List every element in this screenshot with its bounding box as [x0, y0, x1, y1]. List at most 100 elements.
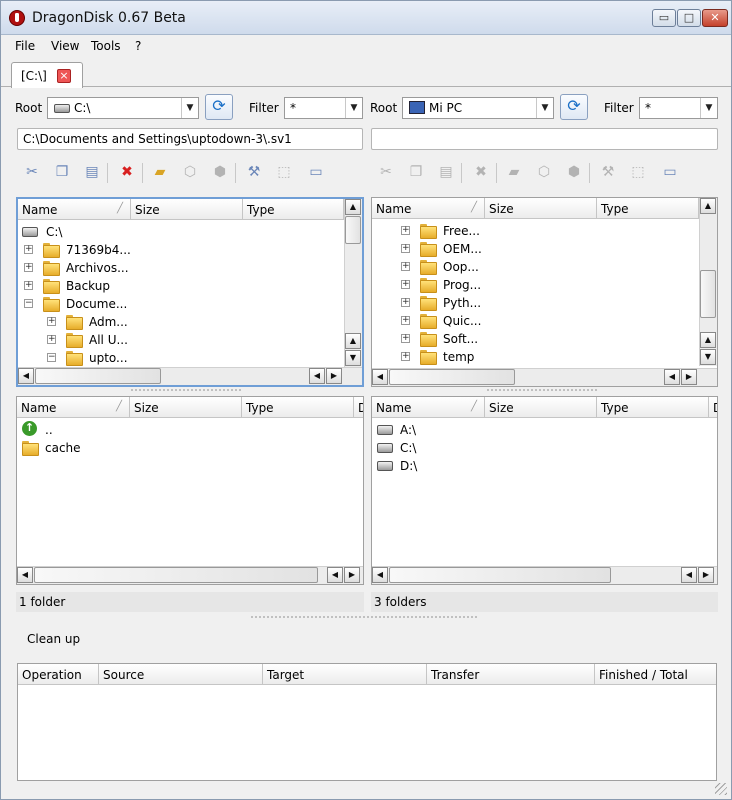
tab-drive-c[interactable]: [C:\] ×	[11, 62, 83, 88]
scroll-up-button[interactable]: ▲	[700, 198, 716, 214]
column-name[interactable]: Name ╱	[372, 397, 485, 418]
list-item[interactable]: C:\	[372, 439, 692, 457]
minimize-button[interactable]: ▭	[652, 9, 676, 27]
column-type[interactable]: Type	[243, 199, 344, 220]
splitter-handle[interactable]	[251, 616, 477, 620]
right-root-select[interactable]: Mi PC ▼	[402, 97, 554, 119]
list-item[interactable]: A:\	[372, 421, 692, 439]
expand-icon[interactable]: +	[24, 281, 33, 290]
menu-file[interactable]: File	[15, 39, 35, 53]
expand-icon[interactable]: +	[401, 280, 410, 289]
column-finished-total[interactable]: Finished / Total	[595, 664, 716, 685]
expand-icon[interactable]: +	[47, 317, 56, 326]
expand-icon[interactable]: +	[401, 334, 410, 343]
title-bar[interactable]: DragonDisk 0.67 Beta ▭ □ ✕	[1, 1, 731, 35]
scroll-thumb[interactable]	[389, 369, 515, 385]
collapse-icon[interactable]: −	[47, 353, 56, 362]
paste-icon[interactable]: ▤	[437, 163, 455, 181]
horizontal-scrollbar[interactable]: ◀ ◀ ▶	[18, 367, 362, 385]
tree-item[interactable]: − Docume...	[18, 295, 338, 313]
column-name[interactable]: Name ╱	[17, 397, 130, 418]
column-type[interactable]: Type	[242, 397, 354, 418]
scroll-right-button[interactable]: ▶	[326, 368, 342, 384]
expand-icon[interactable]: +	[401, 352, 410, 361]
properties-icon[interactable]: ⬡	[535, 163, 553, 181]
expand-icon[interactable]: +	[24, 245, 33, 254]
column-size[interactable]: Size	[485, 198, 597, 219]
tools-icon[interactable]: ⚒	[245, 163, 263, 181]
sync-icon[interactable]: ⬢	[211, 163, 229, 181]
tree-item[interactable]: + Pyth...	[372, 294, 692, 312]
scroll-left-button[interactable]: ◀	[681, 567, 697, 583]
expand-icon[interactable]: +	[401, 298, 410, 307]
horizontal-scrollbar[interactable]: ◀ ◀ ▶	[372, 368, 717, 386]
right-filter-select[interactable]: * ▼	[639, 97, 718, 119]
copy-icon[interactable]: ❐	[407, 163, 425, 181]
right-folder-tree[interactable]: Name ╱ Size Type + Free... + OEM... + Oop... + P…	[371, 197, 718, 387]
cut-icon[interactable]: ✂	[377, 163, 395, 181]
scroll-right-button[interactable]: ▶	[681, 369, 697, 385]
vertical-scrollbar[interactable]: ▲ ▲ ▼	[344, 199, 362, 367]
vertical-scrollbar[interactable]: ▲ ▲ ▼	[699, 198, 717, 366]
column-operation[interactable]: Operation	[18, 664, 99, 685]
info-icon[interactable]: ⬚	[629, 163, 647, 181]
tab-close-icon[interactable]: ×	[57, 69, 71, 83]
list-item[interactable]: ↑..	[17, 421, 337, 439]
expand-icon[interactable]: +	[24, 263, 33, 272]
scroll-down-button[interactable]: ▼	[345, 350, 361, 366]
menu-view[interactable]: View	[51, 39, 79, 53]
column-date[interactable]: D	[354, 397, 363, 418]
tree-item[interactable]: + Oop...	[372, 258, 692, 276]
properties-icon[interactable]: ⬡	[181, 163, 199, 181]
column-size[interactable]: Size	[131, 199, 243, 220]
maximize-button[interactable]: □	[677, 9, 701, 27]
horizontal-scrollbar[interactable]: ◀ ◀ ▶	[372, 566, 717, 584]
tools-icon[interactable]: ⚒	[599, 163, 617, 181]
right-file-list[interactable]: Name╱ Size Type D A:\ C:\ D:\ ◀ ◀ ▶	[371, 396, 718, 585]
tree-item[interactable]: +71369b4...	[18, 241, 338, 259]
scroll-thumb[interactable]	[35, 368, 161, 384]
tree-item[interactable]: C:\	[18, 223, 338, 241]
scroll-thumb[interactable]	[389, 567, 611, 583]
new-folder-icon[interactable]: ▰	[505, 163, 523, 181]
horizontal-scrollbar[interactable]: ◀ ◀ ▶	[17, 566, 363, 584]
tree-item[interactable]: + Free...	[372, 222, 692, 240]
tree-item[interactable]: + Backup	[18, 277, 338, 295]
tree-item[interactable]: − upto...	[18, 349, 338, 367]
right-path-field[interactable]	[371, 128, 718, 150]
tree-item[interactable]: + temp	[372, 348, 692, 366]
column-size[interactable]: Size	[130, 397, 242, 418]
tree-item[interactable]: + OEM...	[372, 240, 692, 258]
left-refresh-button[interactable]: ⟳	[205, 94, 233, 120]
expand-icon[interactable]: +	[47, 335, 56, 344]
scroll-left-button[interactable]: ◀	[327, 567, 343, 583]
column-target[interactable]: Target	[263, 664, 427, 685]
scroll-left-button[interactable]: ◀	[18, 368, 34, 384]
expand-icon[interactable]: +	[401, 244, 410, 253]
close-button[interactable]: ✕	[702, 9, 728, 27]
cut-icon[interactable]: ✂	[23, 163, 41, 181]
expand-icon[interactable]: +	[401, 262, 410, 271]
column-name[interactable]: Name ╱	[18, 199, 131, 220]
view-options-icon[interactable]: ▭	[307, 163, 325, 181]
view-options-icon[interactable]: ▭	[661, 163, 679, 181]
column-name[interactable]: Name ╱	[372, 198, 485, 219]
column-size[interactable]: Size	[485, 397, 597, 418]
expand-icon[interactable]: +	[401, 316, 410, 325]
scroll-up-button[interactable]: ▲	[700, 332, 716, 348]
splitter-handle[interactable]	[131, 389, 241, 393]
menu-tools[interactable]: Tools	[91, 39, 121, 53]
tree-item[interactable]: + Soft...	[372, 330, 692, 348]
scroll-thumb[interactable]	[34, 567, 318, 583]
tree-item[interactable]: + Archivos...	[18, 259, 338, 277]
column-type[interactable]: Type	[597, 397, 709, 418]
delete-icon[interactable]: ✖	[472, 163, 490, 181]
scroll-thumb[interactable]	[700, 270, 716, 318]
tree-item[interactable]: + Prog...	[372, 276, 692, 294]
info-icon[interactable]: ⬚	[275, 163, 293, 181]
scroll-thumb[interactable]	[345, 216, 361, 244]
column-type[interactable]: Type	[597, 198, 699, 219]
collapse-icon[interactable]: −	[24, 299, 33, 308]
tree-item[interactable]: + All U...	[18, 331, 338, 349]
left-filter-select[interactable]: * ▼	[284, 97, 363, 119]
